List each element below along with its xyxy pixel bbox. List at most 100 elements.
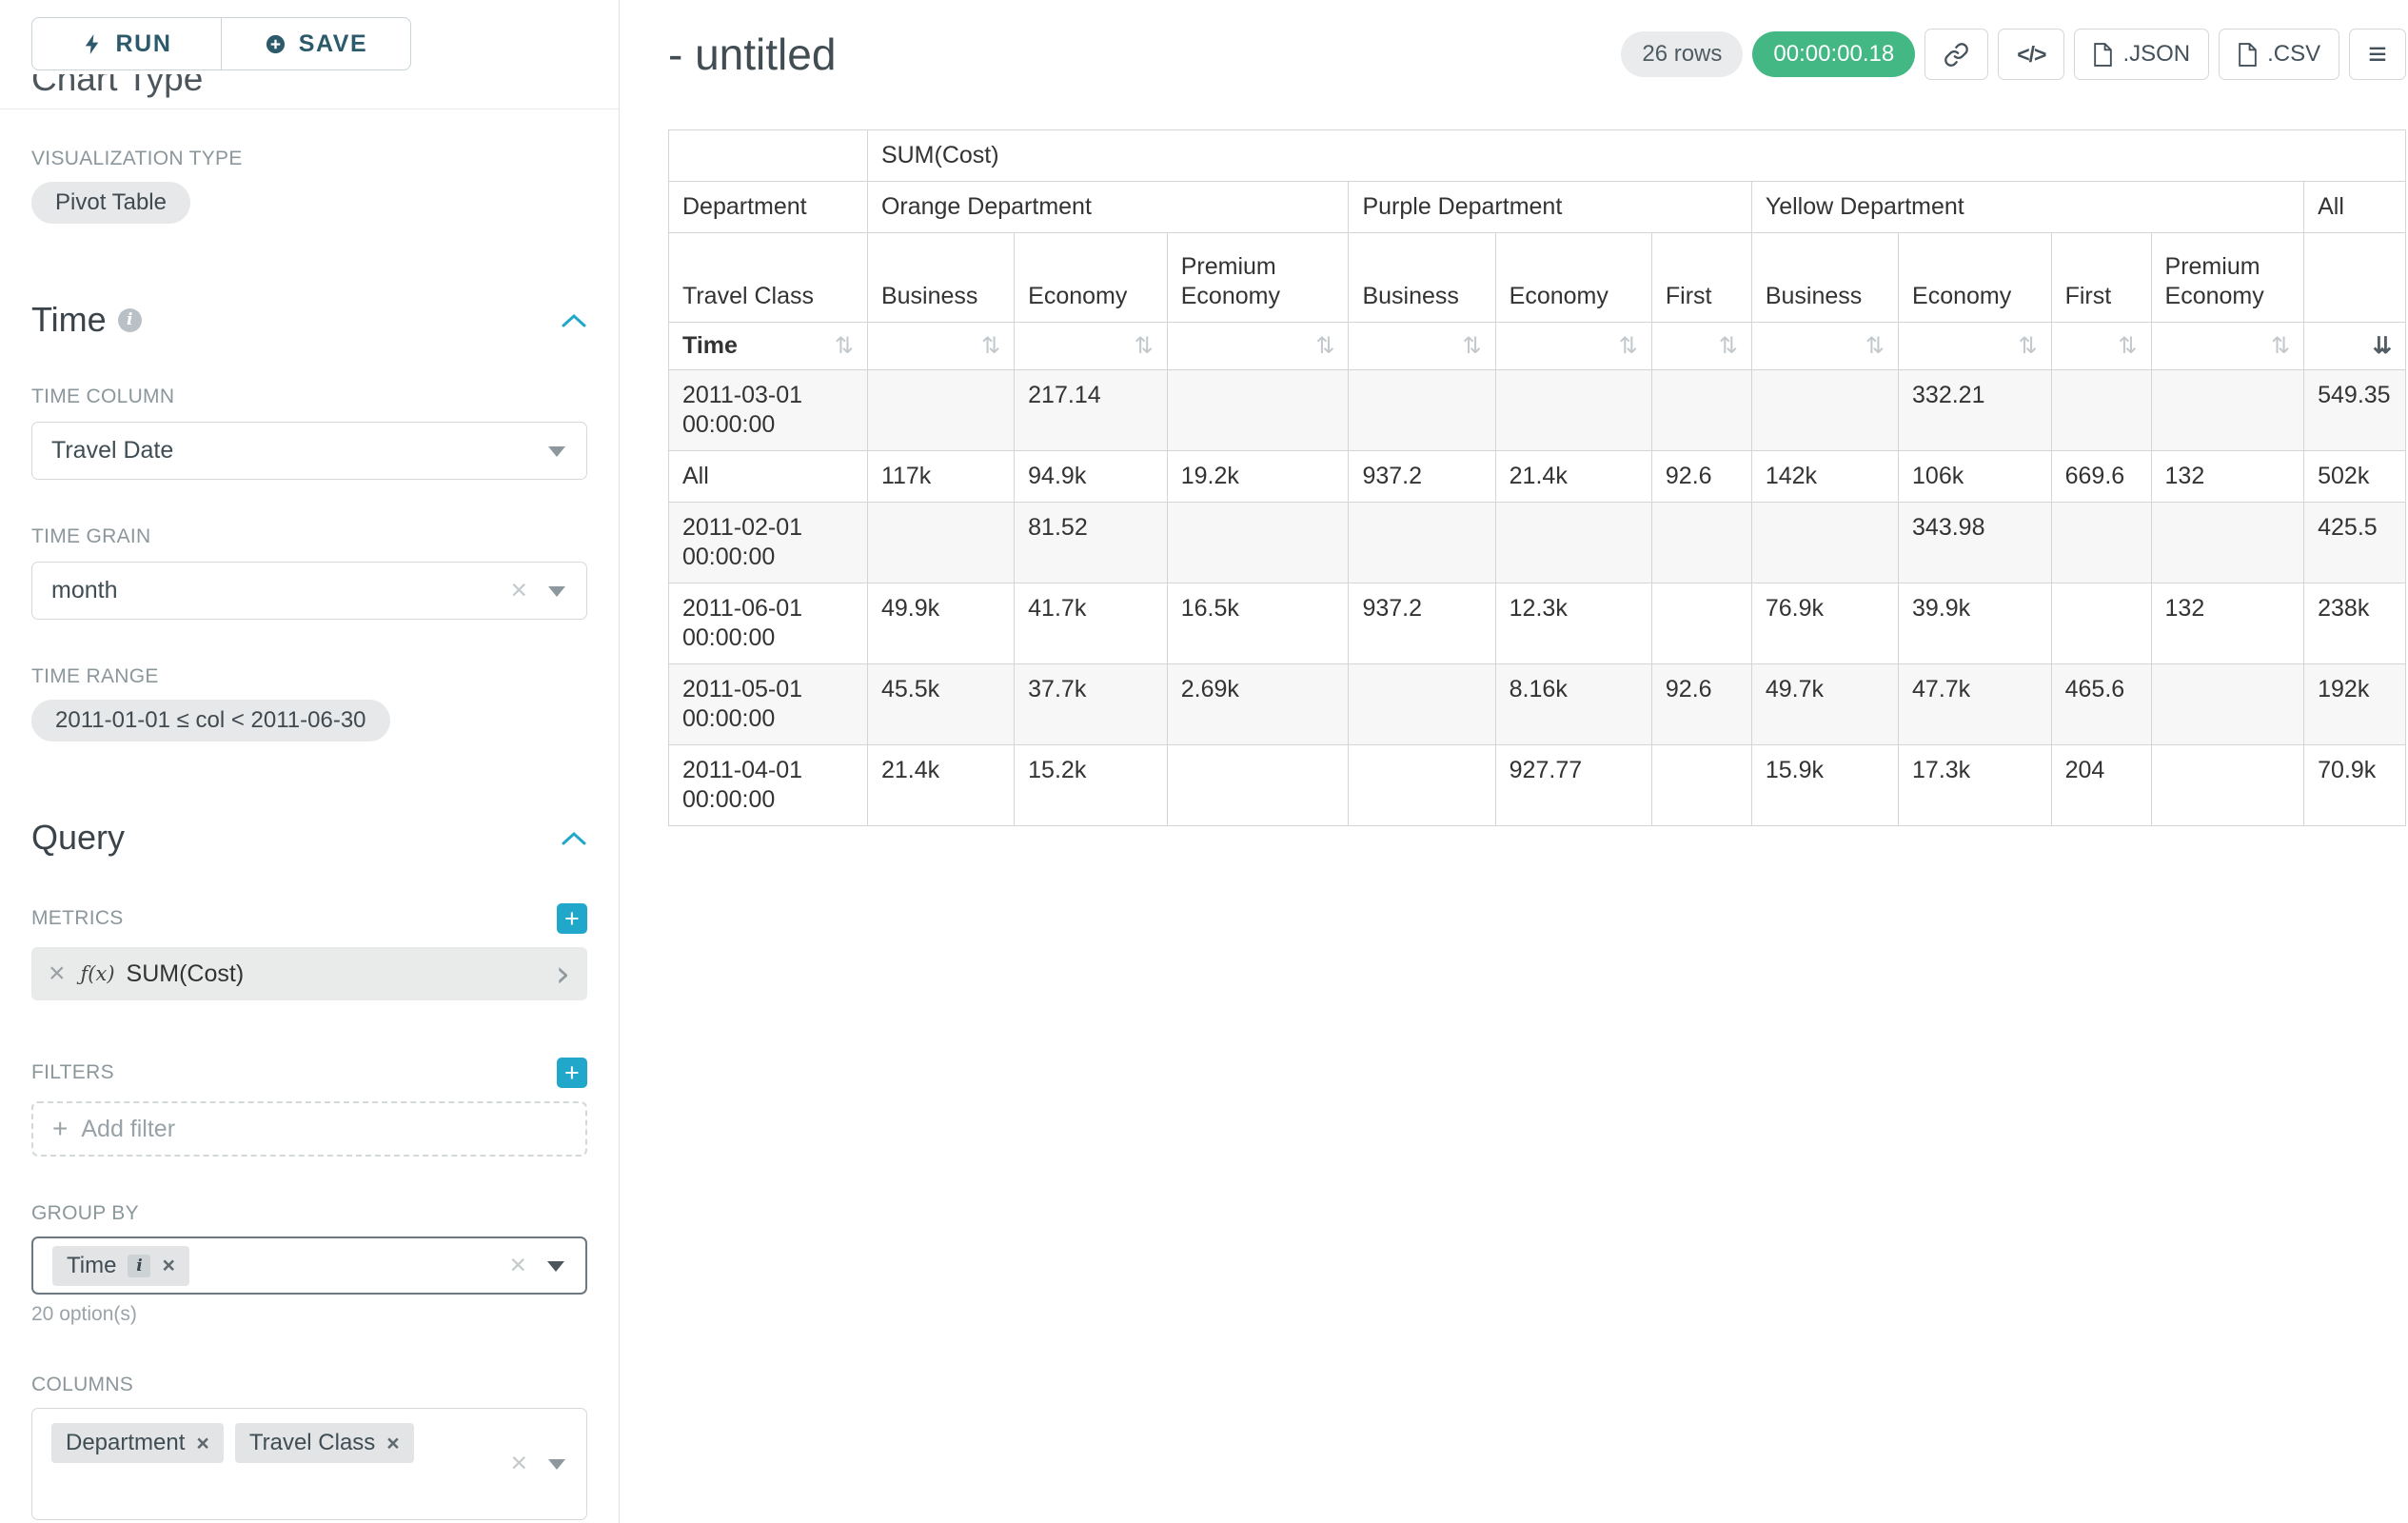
columns-chip[interactable]: Department× (51, 1423, 224, 1463)
chart-menu-button[interactable]: ≡ (2349, 29, 2406, 80)
groupby-chip[interactable]: Timei× (52, 1246, 189, 1286)
pivot-col-sort-cell[interactable]: ⇅ (1167, 323, 1349, 370)
run-button[interactable]: RUN (31, 17, 222, 70)
sort-icon[interactable]: ⇅ (1865, 335, 1885, 358)
sort-icon[interactable]: ⇅ (1719, 335, 1738, 358)
clear-icon[interactable]: × (510, 1449, 527, 1477)
pivot-metric-header: SUM(Cost) (867, 130, 2405, 182)
pivot-group-header: Yellow Department (1751, 182, 2303, 233)
pivot-col-sort-cell[interactable]: ⇅ (2051, 323, 2151, 370)
pivot-cell: 49.9k (867, 583, 1014, 664)
pivot-cell: 425.5 (2304, 503, 2406, 583)
sort-icon[interactable]: ⇅ (2118, 335, 2137, 358)
chevron-up-icon (561, 830, 587, 846)
sort-icon-active[interactable]: ⇊ (2373, 335, 2392, 358)
add-metric-button[interactable]: + (557, 903, 587, 934)
pivot-cell: 217.14 (1015, 370, 1168, 451)
pivot-cell (2051, 583, 2151, 664)
time-grain-value: month (51, 577, 117, 604)
sort-icon[interactable]: ⇅ (2271, 335, 2290, 358)
sort-icon[interactable]: ⇅ (2019, 335, 2038, 358)
view-query-button[interactable]: </> (1998, 29, 2064, 80)
pivot-row: All117k94.9k19.2k937.221.4k92.6142k106k6… (669, 451, 2406, 503)
time-column-select[interactable]: Travel Date (31, 422, 587, 480)
remove-icon[interactable]: × (162, 1255, 174, 1276)
group-by-select[interactable]: Timei× × (31, 1236, 587, 1295)
metrics-label-row: METRICS + (31, 903, 587, 934)
groupby-chip-label: Time (67, 1253, 116, 1279)
sort-icon[interactable]: ⇅ (1463, 335, 1482, 358)
pivot-cell: 15.2k (1015, 745, 1168, 826)
pivot-cell: 76.9k (1751, 583, 1898, 664)
pivot-cell: 8.16k (1495, 664, 1651, 745)
columns-select[interactable]: Department× Travel Class× × (31, 1408, 587, 1520)
chart-type-heading-clipped: Chart Type (31, 74, 587, 101)
pivot-department-label: Department (669, 182, 868, 233)
remove-icon[interactable]: × (196, 1433, 208, 1454)
export-json-button[interactable]: .JSON (2074, 29, 2209, 80)
pivot-time-sort-cell[interactable]: Time⇅ (669, 323, 868, 370)
clear-icon[interactable]: × (510, 576, 527, 604)
pivot-col-sort-cell[interactable]: ⇅ (1349, 323, 1495, 370)
pivot-cell: 142k (1751, 451, 1898, 503)
time-column-value: Travel Date (51, 437, 173, 465)
remove-icon[interactable]: × (386, 1433, 399, 1454)
pivot-col-sort-cell[interactable]: ⇅ (1751, 323, 1898, 370)
pivot-class-header: Business (1349, 233, 1495, 323)
sort-icon[interactable]: ⇅ (1619, 335, 1638, 358)
time-range-label: TIME RANGE (31, 665, 587, 688)
group-by-chips: Timei× (52, 1246, 189, 1286)
sort-icon[interactable]: ⇅ (1135, 335, 1154, 358)
pivot-col-sort-cell[interactable]: ⇅ (2151, 323, 2304, 370)
pivot-col-sort-cell[interactable]: ⇅ (1899, 323, 2052, 370)
pivot-cell: 117k (867, 451, 1014, 503)
pivot-cell: 39.9k (1899, 583, 2052, 664)
time-collapse-button[interactable] (561, 312, 587, 328)
clear-icon[interactable]: × (509, 1251, 526, 1279)
add-filter-plus-button[interactable]: + (557, 1058, 587, 1088)
pivot-col-sort-cell[interactable]: ⇅ (1495, 323, 1651, 370)
visualization-type-pill[interactable]: Pivot Table (31, 182, 190, 224)
remove-metric-icon[interactable]: × (49, 959, 66, 988)
share-link-button[interactable] (1924, 29, 1988, 80)
add-filter-button[interactable]: + Add filter (31, 1101, 587, 1157)
save-button[interactable]: SAVE (222, 17, 411, 70)
pivot-col-sort-cell[interactable]: ⇅ (867, 323, 1014, 370)
pivot-cell (1495, 503, 1651, 583)
pivot-cell (1349, 370, 1495, 451)
time-grain-select[interactable]: month × (31, 562, 587, 620)
metric-chip[interactable]: × ƒ(x) SUM(Cost) › (31, 947, 587, 1000)
time-range-pill[interactable]: 2011-01-01 ≤ col < 2011-06-30 (31, 700, 390, 742)
pivot-col-sort-cell[interactable]: ⇅ (1015, 323, 1168, 370)
metric-chip-label: SUM(Cost) (127, 960, 245, 988)
code-icon: </> (2017, 42, 2045, 68)
columns-chip[interactable]: Travel Class× (235, 1423, 414, 1463)
add-filter-label: Add filter (81, 1116, 175, 1143)
pivot-all-sort-cell[interactable]: ⇊ (2304, 323, 2406, 370)
pivot-cell: 192k (2304, 664, 2406, 745)
pivot-cell (1167, 745, 1349, 826)
pivot-cell: 17.3k (1899, 745, 2052, 826)
pivot-col-sort-cell[interactable]: ⇅ (1651, 323, 1751, 370)
pivot-cell (2151, 503, 2304, 583)
pivot-cell: 45.5k (867, 664, 1014, 745)
pivot-cell (1495, 370, 1651, 451)
group-by-label: GROUP BY (31, 1202, 587, 1225)
pivot-cell: 94.9k (1015, 451, 1168, 503)
sort-icon[interactable]: ⇅ (835, 335, 854, 358)
export-csv-label: .CSV (2267, 41, 2320, 68)
time-section-title: Time (31, 300, 107, 340)
sort-icon[interactable]: ⇅ (1315, 335, 1334, 358)
query-collapse-button[interactable] (561, 830, 587, 846)
sort-icon[interactable]: ⇅ (981, 335, 1000, 358)
export-csv-button[interactable]: .CSV (2219, 29, 2339, 80)
pivot-class-header: Premium Economy (2151, 233, 2304, 323)
filters-label: FILTERS (31, 1061, 114, 1084)
chevron-down-icon (547, 1261, 564, 1272)
plus-icon: + (52, 1114, 68, 1144)
pivot-row-key: 2011-05-01 00:00:00 (669, 664, 868, 745)
pivot-cell: 937.2 (1349, 583, 1495, 664)
pivot-group-header: Purple Department (1349, 182, 1751, 233)
pivot-cell (1651, 503, 1751, 583)
pivot-cell (867, 503, 1014, 583)
